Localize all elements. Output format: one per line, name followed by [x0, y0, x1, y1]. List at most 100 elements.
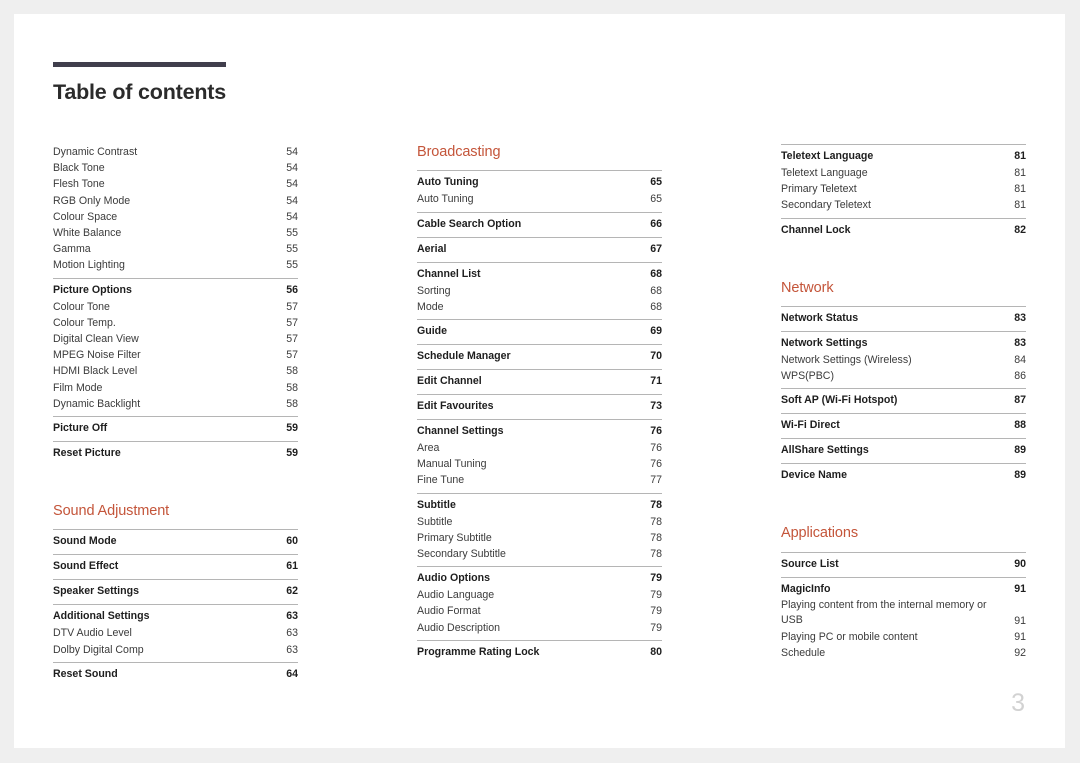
toc-entry[interactable]: Audio Format 79 [417, 603, 662, 619]
toc-entry[interactable]: Sound Effect 61 [53, 558, 298, 575]
toc-entry[interactable]: Digital Clean View 57 [53, 331, 298, 347]
toc-entry[interactable]: Auto Tuning 65 [417, 174, 662, 191]
toc-entry-label: Colour Tone [53, 300, 110, 313]
toc-entry[interactable]: DTV Audio Level 63 [53, 625, 298, 641]
toc-entry[interactable]: Audio Description 79 [417, 620, 662, 636]
toc-entry[interactable]: Playing content from the internal memory… [781, 598, 1026, 629]
toc-entry[interactable]: Sound Mode 60 [53, 533, 298, 550]
toc-entry[interactable]: Secondary Subtitle 78 [417, 546, 662, 562]
toc-entry[interactable]: Channel Lock 82 [781, 222, 1026, 239]
toc-entry[interactable]: Schedule 92 [781, 645, 1026, 661]
toc-entry[interactable]: Additional Settings 63 [53, 608, 298, 625]
toc-entry[interactable]: Colour Temp. 57 [53, 315, 298, 331]
toc-entry-page: 76 [650, 442, 662, 454]
toc-entry-page: 90 [1014, 557, 1026, 570]
toc-entry[interactable]: Colour Space 54 [53, 209, 298, 225]
toc-entry[interactable]: Schedule Manager 70 [417, 348, 662, 365]
toc-entry[interactable]: Programme Rating Lock 80 [417, 644, 662, 661]
toc-entry-page: 58 [286, 365, 298, 378]
toc-entry-page: 55 [286, 243, 298, 256]
toc-entry[interactable]: White Balance 55 [53, 225, 298, 241]
toc-entry[interactable]: Device Name 89 [781, 467, 1026, 484]
toc-entry-page: 78 [650, 548, 662, 561]
toc-group: Reset Picture 59 [53, 441, 298, 466]
toc-entry-page: 54 [286, 194, 298, 207]
toc-entry-page: 81 [1014, 183, 1026, 196]
toc-entry-label: Schedule Manager [417, 350, 511, 362]
toc-entry-label: Edit Favourites [417, 400, 494, 412]
toc-group: Channel List 68 Sorting 68 Mode 68 [417, 261, 662, 319]
toc-entry[interactable]: Secondary Teletext 81 [781, 197, 1026, 213]
toc-group: Reset Sound 64 [53, 661, 298, 687]
toc-group: Network Status 83 [781, 306, 1026, 331]
toc-entry[interactable]: Teletext Language 81 [781, 165, 1026, 181]
toc-entry[interactable]: Auto Tuning 65 [417, 191, 662, 207]
toc-entry[interactable]: Dynamic Backlight 58 [53, 396, 298, 412]
toc-entry[interactable]: Network Status 83 [781, 310, 1026, 327]
toc-entry[interactable]: Speaker Settings 62 [53, 583, 298, 600]
toc-entry[interactable]: Primary Teletext 81 [781, 181, 1026, 197]
toc-entry[interactable]: Subtitle 78 [417, 514, 662, 530]
toc-entry[interactable]: Teletext Language 81 [781, 148, 1026, 165]
toc-group: Channel Settings 76 Area 76 Manual Tuning 76 F… [417, 419, 662, 493]
toc-entry[interactable]: Reset Picture 59 [53, 445, 298, 462]
toc-entry[interactable]: RGB Only Mode 54 [53, 193, 298, 209]
toc-entry-label: Network Settings (Wireless) [781, 354, 912, 366]
toc-entry[interactable]: Edit Channel 71 [417, 373, 662, 390]
toc-entry[interactable]: Reset Sound 64 [53, 666, 298, 683]
toc-entry-label: MPEG Noise Filter [53, 349, 141, 362]
toc-entry[interactable]: Audio Language 79 [417, 587, 662, 603]
toc-entry[interactable]: Network Settings 83 [781, 335, 1026, 352]
toc-entry-label: Mode [417, 300, 444, 313]
toc-entry[interactable]: Subtitle 78 [417, 497, 662, 514]
toc-entry[interactable]: Fine Tune 77 [417, 472, 662, 488]
toc-entry[interactable]: Motion Lighting 55 [53, 257, 298, 273]
toc-entry[interactable]: Guide 69 [417, 323, 662, 340]
toc-group: Aerial 67 [417, 236, 662, 262]
toc-entry[interactable]: Primary Subtitle 78 [417, 530, 662, 546]
toc-entry[interactable]: Picture Options 56 [53, 282, 298, 299]
toc-entry-label: Audio Options [417, 572, 490, 585]
toc-entry[interactable]: WPS(PBC) 86 [781, 368, 1026, 384]
toc-entry[interactable]: Dolby Digital Comp 63 [53, 642, 298, 658]
toc-entry[interactable]: Wi-Fi Direct 88 [781, 417, 1026, 434]
toc-group: MagicInfo 91 Playing content from the inte… [781, 576, 1026, 665]
toc-entry-label: AllShare Settings [781, 444, 869, 457]
toc-entry-page: 68 [650, 300, 662, 313]
toc-entry-label: Dynamic Contrast [53, 146, 138, 158]
toc-entry[interactable]: Edit Favourites 73 [417, 398, 662, 415]
toc-entry[interactable]: Colour Tone 57 [53, 299, 298, 315]
toc-entry-label: Guide [417, 325, 448, 337]
toc-entry[interactable]: Source List 90 [781, 556, 1026, 573]
toc-entry-page: 57 [286, 300, 298, 313]
toc-entry[interactable]: HDMI Black Level 58 [53, 363, 298, 379]
toc-group: Network Settings 83 Network Settings (Wire… [781, 331, 1026, 388]
toc-entry-page: 79 [650, 572, 662, 585]
toc-entry-label: Audio Format [417, 605, 481, 618]
toc-entry-page: 88 [1014, 419, 1026, 432]
toc-entry[interactable]: Flesh Tone 54 [53, 176, 298, 192]
toc-entry[interactable]: Channel Settings 76 [417, 423, 662, 440]
toc-entry[interactable]: Film Mode 58 [53, 380, 298, 396]
toc-entry[interactable]: Soft AP (Wi-Fi Hotspot) 87 [781, 392, 1026, 409]
toc-entry[interactable]: Manual Tuning 76 [417, 456, 662, 472]
toc-entry[interactable]: Aerial 67 [417, 241, 662, 258]
toc-entry[interactable]: Channel List 68 [417, 266, 662, 283]
toc-entry[interactable]: Gamma 55 [53, 241, 298, 257]
toc-group: Audio Options 79 Audio Language 79 Audio For… [417, 566, 662, 640]
toc-entry[interactable]: Playing PC or mobile content 91 [781, 629, 1026, 645]
toc-entry[interactable]: Mode 68 [417, 299, 662, 315]
toc-entry[interactable]: Network Settings (Wireless) 84 [781, 352, 1026, 368]
toc-entry-page: 82 [1014, 223, 1026, 236]
toc-entry[interactable]: MPEG Noise Filter 57 [53, 347, 298, 363]
toc-entry[interactable]: Audio Options 79 [417, 570, 662, 587]
toc-entry[interactable]: Sorting 68 [417, 283, 662, 299]
toc-entry[interactable]: Dynamic Contrast 54 [53, 144, 298, 160]
toc-entry[interactable]: Picture Off 59 [53, 420, 298, 437]
toc-entry[interactable]: MagicInfo 91 [781, 581, 1026, 598]
toc-entry[interactable]: Black Tone 54 [53, 160, 298, 176]
toc-entry[interactable]: AllShare Settings 89 [781, 442, 1026, 459]
toc-entry[interactable]: Area 76 [417, 440, 662, 456]
toc-entry[interactable]: Cable Search Option 66 [417, 216, 662, 233]
toc-entry-label: Speaker Settings [53, 585, 139, 598]
